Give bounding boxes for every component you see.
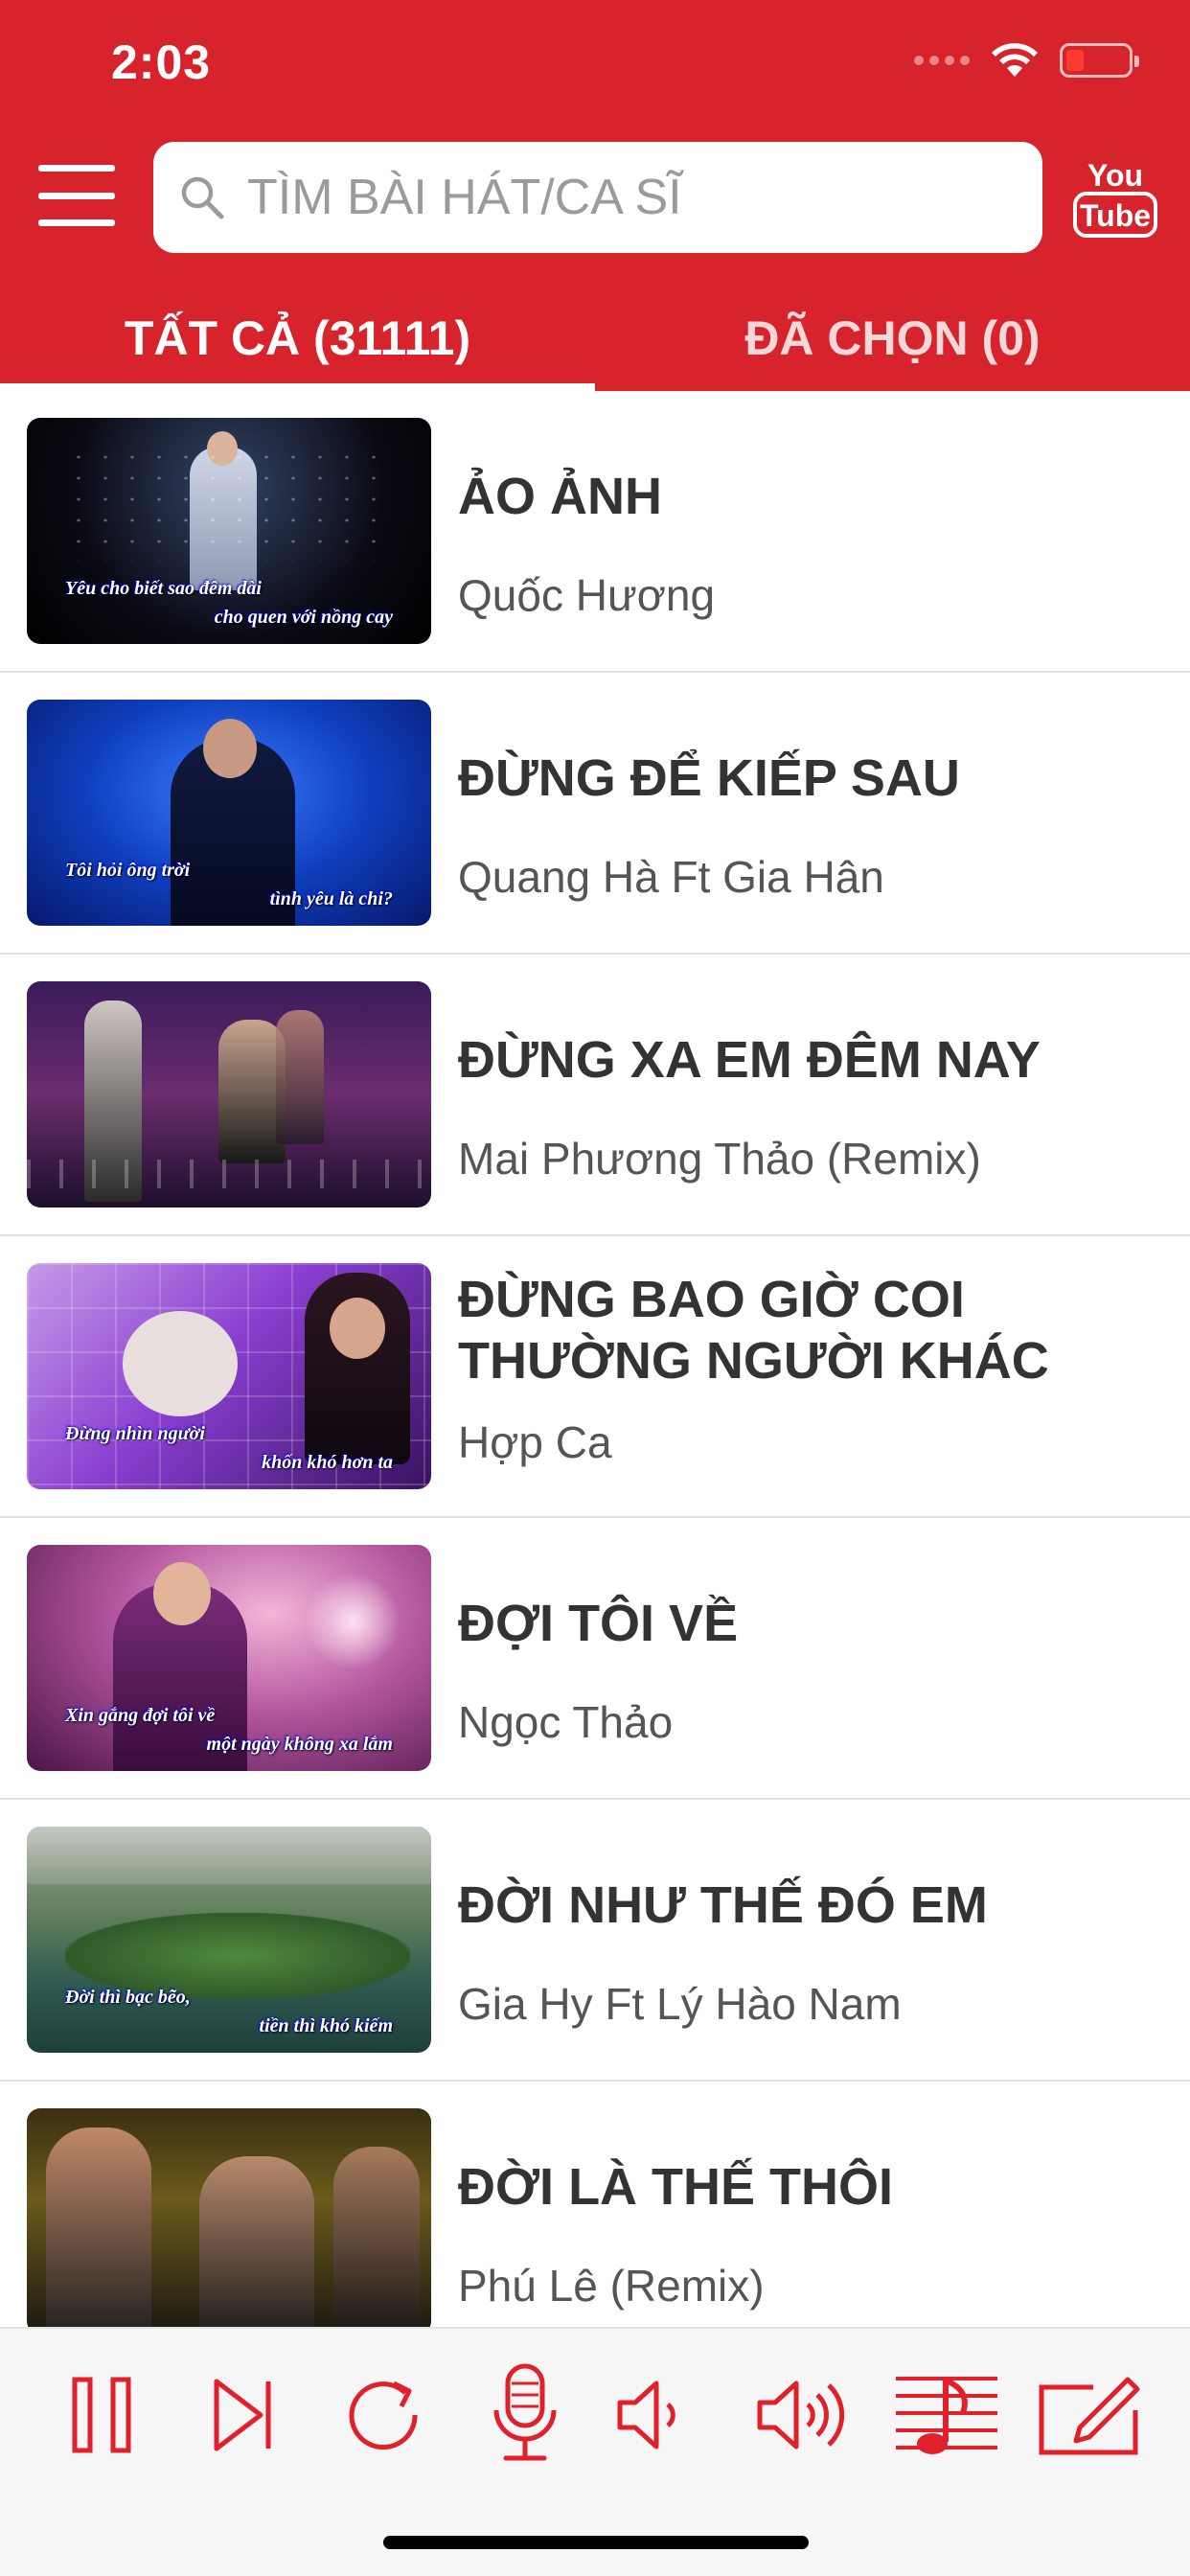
song-title: ĐỢI TÔI VỀ [458,1595,739,1652]
tab-selected[interactable]: ĐÃ CHỌN (0) [595,286,1190,391]
song-thumbnail: Tôi hỏi ông trời tình yêu là chi? [27,700,431,926]
song-title: ĐỪNG BAO GIỜ COI THƯỜNG NGƯỜI KHÁC [458,1271,1049,1390]
volume-down-icon [617,2380,675,2450]
song-artist: Gia Hy Ft Lý Hào Nam [458,1979,902,2029]
menu-button[interactable] [38,165,115,226]
song-row[interactable]: ĐỜI LÀ THẾ THÔI Phú Lê (Remix) [0,2082,1190,2327]
next-button[interactable] [186,2358,301,2472]
song-row[interactable]: Đừng nhìn người khốn khó hơn ta ĐỪNG BAO… [0,1236,1190,1518]
thumbnail-lyric-line: tình yêu là chi? [269,888,393,909]
song-thumbnail [27,2108,431,2327]
youtube-icon[interactable]: You Tube [1071,153,1159,240]
volume-down-button[interactable] [594,2358,709,2472]
search-input[interactable] [247,169,995,226]
home-indicator[interactable] [383,2536,809,2549]
search-bar[interactable] [153,142,1042,253]
microphone-button[interactable] [468,2358,583,2472]
thumbnail-lyric-line: tiền thì khó kiếm [259,2015,393,2036]
thumbnail-lyric-line: khốn khó hơn ta [262,1452,393,1473]
thumbnail-lyric-line: Xin gắng đợi tôi về [65,1705,216,1726]
song-title: ĐỪNG XA EM ĐÊM NAY [458,1031,1041,1089]
song-row[interactable]: Tôi hỏi ông trời tình yêu là chi? ĐỪNG Đ… [0,673,1190,954]
song-artist: Quang Hà Ft Gia Hân [458,852,884,902]
song-thumbnail: Yêu cho biết sao đêm dài cho quen với nồ… [27,418,431,644]
song-row[interactable]: ĐỪNG XA EM ĐÊM NAY Mai Phương Thảo (Remi… [0,954,1190,1236]
tab-all-label: TẤT CẢ (31111) [124,311,471,365]
skip-next-icon [214,2379,271,2451]
edit-icon [1039,2377,1140,2455]
search-icon [181,176,224,219]
song-thumbnail: Đừng nhìn người khốn khó hơn ta [27,1263,431,1489]
thumbnail-lyric-line: Tôi hỏi ông trời [65,860,191,881]
status-icons [914,42,1139,79]
song-row[interactable]: Đời thì bạc bẽo, tiền thì khó kiếm ĐỜI N… [0,1800,1190,2082]
edit-button[interactable] [1031,2358,1146,2472]
replay-button[interactable] [326,2358,441,2472]
thumbnail-lyric-line: cho quen với nồng cay [214,607,393,628]
thumbnail-lyric-line: Đừng nhìn người [65,1423,205,1444]
thumbnail-lyric-line: Yêu cho biết sao đêm dài [65,578,262,599]
svg-text:You: You [1087,158,1143,193]
song-list[interactable]: Yêu cho biết sao đêm dài cho quen với nồ… [0,391,1190,2327]
song-settings-button[interactable] [889,2358,1004,2472]
song-artist: Phú Lê (Remix) [458,2261,765,2311]
thumbnail-lyric-line: Đời thì bạc bẽo, [65,1987,191,2008]
song-artist: Mai Phương Thảo (Remix) [458,1134,981,1184]
thumbnail-lyric-line: một ngày không xa lắm [206,1734,393,1755]
active-tab-indicator [0,383,595,391]
song-title: ĐỪNG ĐỂ KIẾP SAU [458,749,960,807]
volume-up-button[interactable] [747,2358,862,2472]
tab-selected-label: ĐÃ CHỌN (0) [744,311,1041,365]
cellular-signal-icon [914,56,970,65]
song-row[interactable]: Yêu cho biết sao đêm dài cho quen với nồ… [0,391,1190,673]
svg-text:Tube: Tube [1080,198,1151,233]
battery-icon [1060,43,1139,78]
song-artist: Quốc Hương [458,570,716,620]
song-title: ĐỜI NHƯ THẾ ĐÓ EM [458,1876,988,1934]
tab-all[interactable]: TẤT CẢ (31111) [0,286,595,391]
replay-icon [349,2380,418,2450]
song-title: ĐỜI LÀ THẾ THÔI [458,2158,894,2216]
song-artist: Ngọc Thảo [458,1697,674,1747]
song-row[interactable]: Xin gắng đợi tôi về một ngày không xa lắ… [0,1518,1190,1800]
song-thumbnail: Xin gắng đợi tôi về một ngày không xa lắ… [27,1545,431,1771]
pause-button[interactable] [44,2358,159,2472]
tab-bar: TẤT CẢ (31111) ĐÃ CHỌN (0) [0,286,1190,391]
status-time: 2:03 [111,35,212,89]
microphone-icon [493,2363,557,2461]
wifi-icon [992,43,1038,77]
pause-icon [72,2377,131,2453]
app-header: 2:03 You Tube TẤT CẢ (31111) ĐÃ CHỌN (0) [0,0,1190,391]
volume-up-icon [757,2380,845,2450]
music-score-icon [896,2377,997,2454]
song-thumbnail [27,981,431,1208]
song-title: ẢO ẢNH [458,468,662,525]
song-thumbnail: Đời thì bạc bẽo, tiền thì khó kiếm [27,1827,431,2053]
song-artist: Hợp Ca [458,1417,612,1467]
